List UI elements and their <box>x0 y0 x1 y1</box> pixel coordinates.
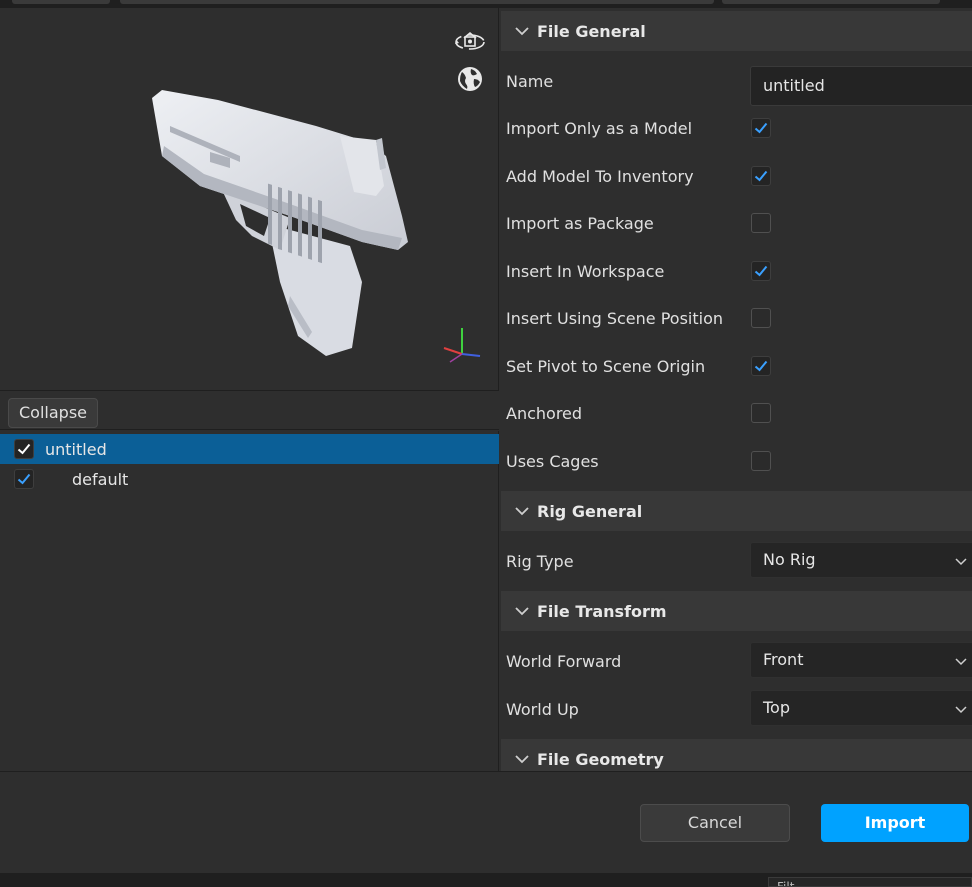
uses-cages-checkbox[interactable] <box>751 451 771 471</box>
tree-item-label: untitled <box>45 439 107 459</box>
chevron-down-icon <box>515 607 529 616</box>
add-model-to-inventory-checkbox[interactable] <box>751 166 771 186</box>
prop-import-only-as-model: Import Only as a Model <box>501 106 972 150</box>
dropdown-value: No Rig <box>763 550 816 569</box>
anchored-checkbox[interactable] <box>751 403 771 423</box>
dialog-footer: Cancel Import <box>0 771 972 873</box>
prop-label: Import as Package <box>506 213 654 233</box>
dropdown-value: Front <box>763 650 804 669</box>
background-tab <box>12 0 110 4</box>
background-window-bottom: Filt <box>0 873 972 887</box>
prop-label: World Up <box>506 699 579 719</box>
tree-item-default[interactable]: default <box>0 464 499 494</box>
import-as-package-checkbox[interactable] <box>751 213 771 233</box>
insert-in-workspace-checkbox[interactable] <box>751 261 771 281</box>
import-only-as-model-checkbox[interactable] <box>751 118 771 138</box>
chevron-down-icon <box>515 755 529 764</box>
rig-type-dropdown[interactable]: No Rig <box>750 542 972 578</box>
checkmark-icon <box>17 473 31 485</box>
chevron-down-icon <box>955 658 967 666</box>
prop-import-as-package: Import as Package <box>501 201 972 245</box>
prop-label: Anchored <box>506 403 583 423</box>
world-up-dropdown[interactable]: Top <box>750 690 972 726</box>
background-field <box>722 0 940 4</box>
tree-item-label: default <box>72 469 129 489</box>
section-title: File General <box>537 21 646 41</box>
prop-rig-type: Rig Type No Rig <box>501 539 972 583</box>
tree-item-checkbox[interactable] <box>14 439 34 459</box>
prop-insert-using-scene-position: Insert Using Scene Position <box>501 296 972 340</box>
prop-set-pivot-to-scene-origin: Set Pivot to Scene Origin <box>501 344 972 388</box>
set-pivot-to-scene-origin-checkbox[interactable] <box>751 356 771 376</box>
tree-item-untitled[interactable]: untitled <box>0 434 499 464</box>
section-file-general[interactable]: File General <box>501 11 972 51</box>
section-file-geometry[interactable]: File Geometry <box>501 739 972 771</box>
tree-toolbar: Collapse <box>0 392 499 430</box>
background-toolbar <box>120 0 714 4</box>
prop-label: Name <box>506 71 554 91</box>
model-preview-viewport[interactable] <box>0 8 499 391</box>
pistol-model-render <box>152 90 408 356</box>
checkmark-icon <box>17 443 31 455</box>
chevron-down-icon <box>955 558 967 566</box>
chevron-down-icon <box>515 507 529 516</box>
prop-label: Rig Type <box>506 551 574 571</box>
prop-anchored: Anchored <box>501 391 972 435</box>
prop-uses-cages: Uses Cages <box>501 439 972 483</box>
chevron-down-icon <box>955 706 967 714</box>
prop-add-model-to-inventory: Add Model To Inventory <box>501 154 972 198</box>
section-rig-general[interactable]: Rig General <box>501 491 972 531</box>
axis-gizmo-icon <box>443 328 481 363</box>
prop-label: Import Only as a Model <box>506 118 693 138</box>
orbit-camera-icon[interactable] <box>454 26 486 58</box>
tree-item-checkbox[interactable] <box>14 469 34 489</box>
collapse-button[interactable]: Collapse <box>8 398 98 428</box>
prop-label: Set Pivot to Scene Origin <box>506 356 706 376</box>
globe-icon[interactable] <box>454 63 486 95</box>
background-window-top <box>0 0 972 8</box>
section-title: File Geometry <box>537 749 664 769</box>
section-title: File Transform <box>537 601 667 621</box>
prop-label: Insert In Workspace <box>506 261 665 281</box>
background-filter-input: Filt <box>768 877 972 887</box>
insert-using-scene-position-checkbox[interactable] <box>751 308 771 328</box>
prop-world-up: World Up Top <box>501 687 972 731</box>
checkmark-icon <box>754 170 768 182</box>
import-button[interactable]: Import <box>821 804 969 842</box>
import-properties-panel[interactable]: File General Name untitled Import Only a… <box>501 8 972 771</box>
prop-name: Name untitled <box>501 59 972 106</box>
model-hierarchy-tree: untitled default <box>0 431 499 771</box>
section-file-transform[interactable]: File Transform <box>501 591 972 631</box>
name-input[interactable]: untitled <box>750 66 972 106</box>
prop-world-forward: World Forward Front <box>501 639 972 683</box>
prop-label: Uses Cages <box>506 451 599 471</box>
prop-insert-in-workspace: Insert In Workspace <box>501 249 972 293</box>
dropdown-value: Top <box>763 698 790 717</box>
prop-label: World Forward <box>506 651 622 671</box>
checkmark-icon <box>754 122 768 134</box>
checkmark-icon <box>754 360 768 372</box>
section-title: Rig General <box>537 501 643 521</box>
cancel-button[interactable]: Cancel <box>640 804 790 842</box>
prop-label: Insert Using Scene Position <box>506 308 724 328</box>
world-forward-dropdown[interactable]: Front <box>750 642 972 678</box>
chevron-down-icon <box>515 27 529 36</box>
checkmark-icon <box>754 265 768 277</box>
prop-label: Add Model To Inventory <box>506 166 694 186</box>
